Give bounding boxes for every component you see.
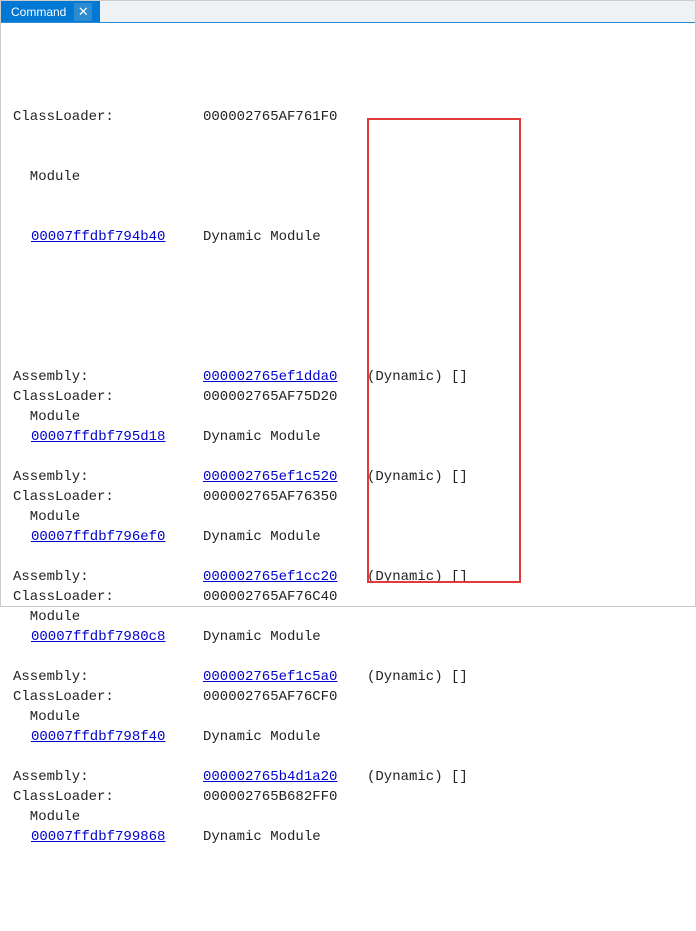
assembly-block: Assembly:000002765ef1c520(Dynamic) []Cla…: [13, 467, 691, 567]
module-address-link[interactable]: 00007ffdbf799868: [31, 829, 165, 845]
classloader-row: ClassLoader: 000002765AF761F0: [13, 107, 691, 127]
module-row: Module: [13, 607, 691, 627]
command-tab[interactable]: Command ✕: [1, 1, 100, 22]
assembly-row: Assembly:000002765b4d1a20 (Dynamic) []: [13, 767, 691, 787]
classloader-address: 000002765AF75D20: [203, 387, 367, 407]
assembly-address-link[interactable]: 000002765ef1c5a0: [203, 669, 337, 685]
module-link-row: 00007ffdbf796ef0 Dynamic Module: [13, 527, 691, 547]
assembly-address-link[interactable]: 000002765ef1cc20: [203, 569, 337, 585]
classloader-address: 000002765B682FF0: [203, 787, 367, 807]
assembly-label: Assembly:: [13, 667, 203, 687]
classloader-row: ClassLoader:000002765AF75D20: [13, 387, 691, 407]
classloader-label: ClassLoader:: [13, 107, 203, 127]
dynamic-suffix: (Dynamic) []: [367, 567, 468, 587]
assembly-block: Assembly:000002765b4d1a20(Dynamic) []Cla…: [13, 767, 691, 867]
assembly-label: Assembly:: [13, 467, 203, 487]
assembly-address-link[interactable]: 000002765ef1c520: [203, 469, 337, 485]
classloader-row: ClassLoader:000002765AF76350: [13, 487, 691, 507]
module-label: Module: [13, 707, 80, 727]
module-link-row: 00007ffdbf794b40 Dynamic Module: [13, 227, 691, 247]
close-icon[interactable]: ✕: [74, 3, 92, 21]
module-address-link[interactable]: 00007ffdbf796ef0: [31, 529, 165, 545]
module-link-row: 00007ffdbf7980c8 Dynamic Module: [13, 627, 691, 647]
module-row: Module: [13, 807, 691, 827]
assembly-label: Assembly:: [13, 367, 203, 387]
classloader-address: 000002765AF761F0: [203, 107, 367, 127]
module-label: Module: [13, 507, 80, 527]
classloader-label: ClassLoader:: [13, 787, 203, 807]
module-address-link[interactable]: 00007ffdbf794b40: [31, 229, 165, 245]
module-address-link[interactable]: 00007ffdbf7980c8: [31, 629, 165, 645]
classloader-address: 000002765AF76350: [203, 487, 367, 507]
classloader-address: 000002765AF76CF0: [203, 687, 367, 707]
assembly-row: Assembly:000002765ef1c5a0 (Dynamic) []: [13, 667, 691, 687]
tab-bar: Command ✕: [1, 1, 695, 23]
assembly-label: Assembly:: [13, 567, 203, 587]
classloader-label: ClassLoader:: [13, 387, 203, 407]
module-link-row: 00007ffdbf798f40 Dynamic Module: [13, 727, 691, 747]
classloader-row: ClassLoader:000002765AF76C40: [13, 587, 691, 607]
classloader-label: ClassLoader:: [13, 687, 203, 707]
dynamic-module-text: Dynamic Module: [203, 827, 367, 847]
assembly-label: Assembly:: [13, 767, 203, 787]
dynamic-suffix: (Dynamic) []: [367, 667, 468, 687]
dynamic-suffix: (Dynamic) []: [367, 367, 468, 387]
assembly-row: Assembly:000002765ef1cc20 (Dynamic) []: [13, 567, 691, 587]
dynamic-module-text: Dynamic Module: [203, 427, 367, 447]
classloader-row: ClassLoader:000002765AF76CF0: [13, 687, 691, 707]
module-label: Module: [13, 807, 80, 827]
module-label: Module: [13, 407, 80, 427]
dynamic-suffix: (Dynamic) []: [367, 467, 468, 487]
module-label: Module: [13, 167, 80, 187]
classloader-row: ClassLoader:000002765B682FF0: [13, 787, 691, 807]
module-link-row: 00007ffdbf799868 Dynamic Module: [13, 827, 691, 847]
dynamic-suffix: (Dynamic) []: [367, 767, 468, 787]
assembly-address-link[interactable]: 000002765ef1dda0: [203, 369, 337, 385]
module-row: Module: [13, 507, 691, 527]
module-row: Module: [13, 707, 691, 727]
assembly-row: Assembly:000002765ef1dda0 (Dynamic) []: [13, 367, 691, 387]
assembly-block: Assembly:000002765ef1cc20(Dynamic) []Cla…: [13, 567, 691, 667]
command-output: ClassLoader: 000002765AF761F0 Module 000…: [1, 23, 695, 931]
assembly-block: Assembly:000002765ef1c5a0(Dynamic) []Cla…: [13, 667, 691, 767]
assembly-row: Assembly:000002765ef1c520 (Dynamic) []: [13, 467, 691, 487]
dynamic-module-text: Dynamic Module: [203, 227, 367, 247]
dynamic-module-text: Dynamic Module: [203, 627, 367, 647]
module-row: Module: [13, 407, 691, 427]
dynamic-module-text: Dynamic Module: [203, 727, 367, 747]
assembly-address-link[interactable]: 000002765b4d1a20: [203, 769, 337, 785]
dynamic-module-text: Dynamic Module: [203, 527, 367, 547]
assembly-block: Assembly:000002765ef1dda0(Dynamic) []Cla…: [13, 367, 691, 467]
classloader-label: ClassLoader:: [13, 587, 203, 607]
tab-title: Command: [11, 5, 66, 19]
module-row: Module: [13, 167, 691, 187]
module-address-link[interactable]: 00007ffdbf798f40: [31, 729, 165, 745]
module-label: Module: [13, 607, 80, 627]
classloader-address: 000002765AF76C40: [203, 587, 367, 607]
module-address-link[interactable]: 00007ffdbf795d18: [31, 429, 165, 445]
module-link-row: 00007ffdbf795d18 Dynamic Module: [13, 427, 691, 447]
classloader-label: ClassLoader:: [13, 487, 203, 507]
